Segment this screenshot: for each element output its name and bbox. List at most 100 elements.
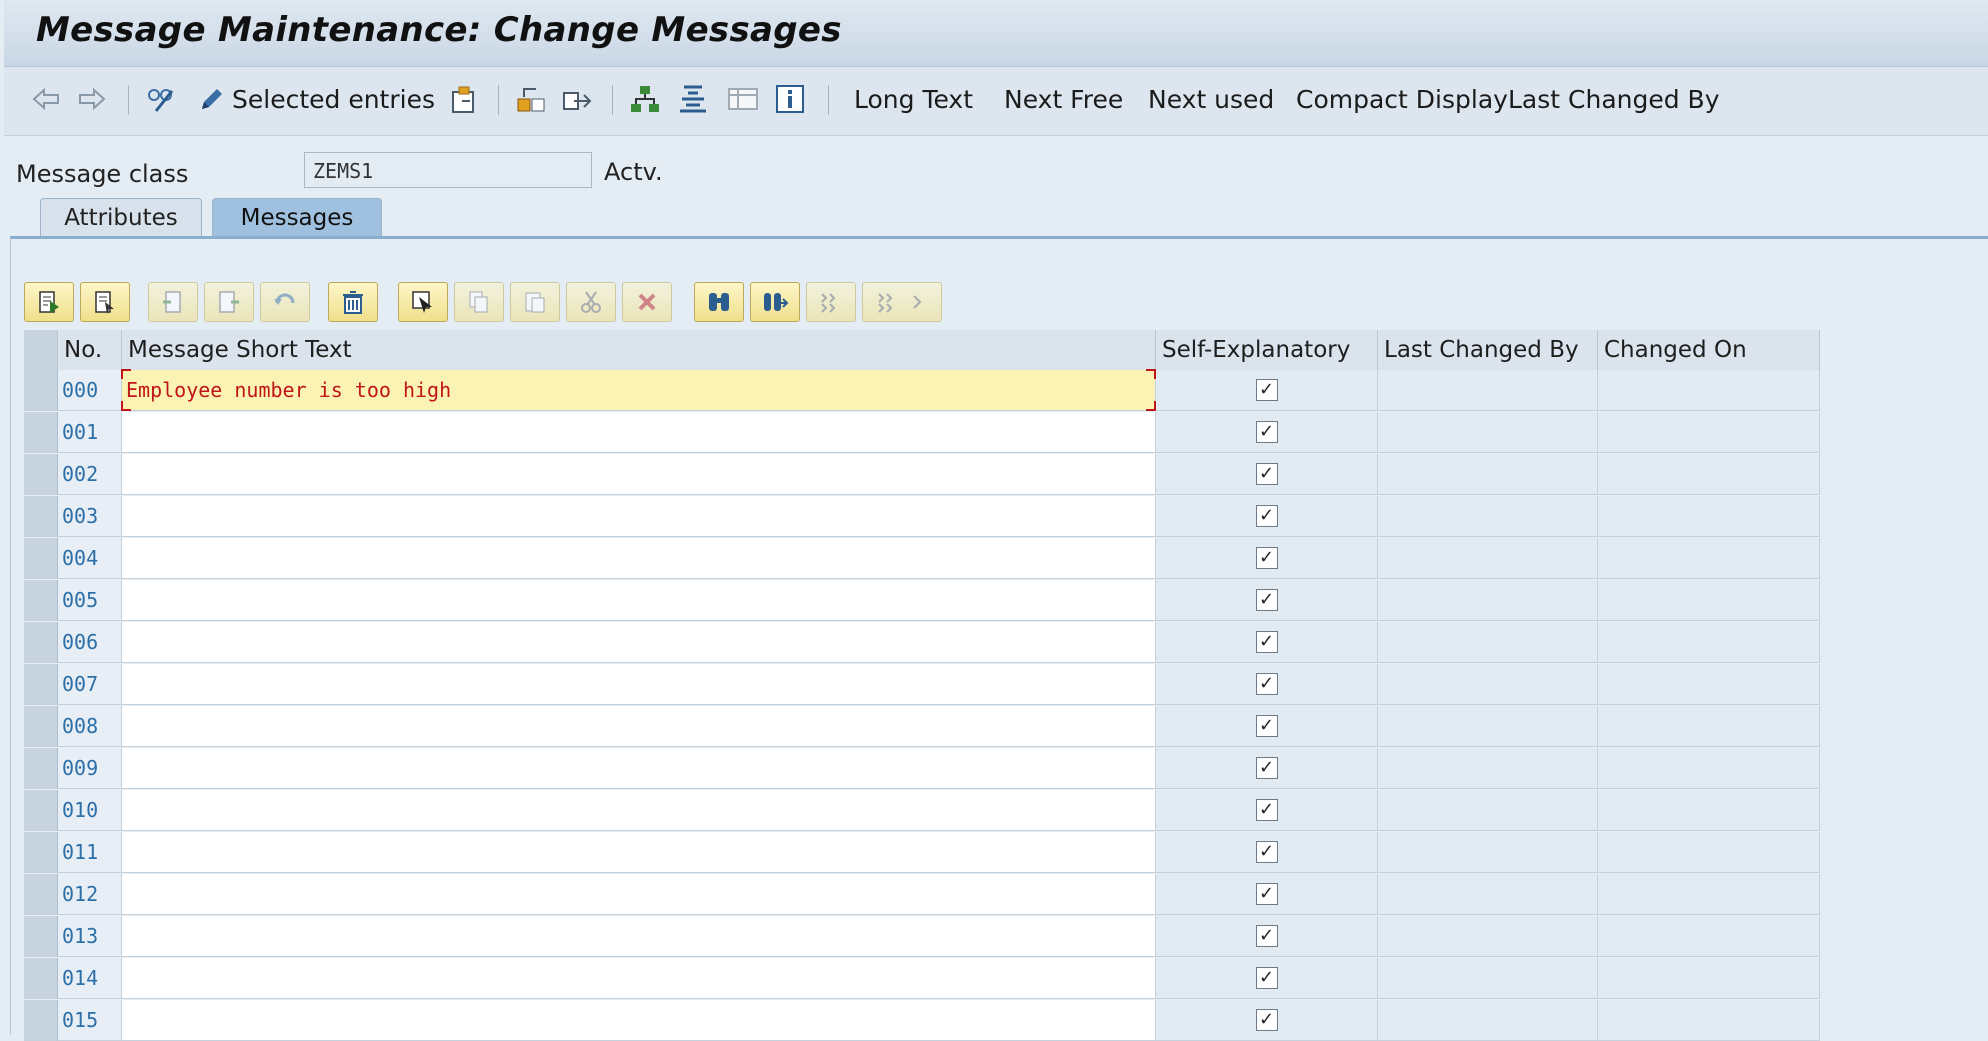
- row-selector[interactable]: [24, 916, 58, 957]
- selected-entries-button[interactable]: Selected entries: [196, 79, 435, 119]
- column-header-self-explanatory[interactable]: Self-Explanatory: [1156, 330, 1378, 370]
- row-selector[interactable]: [24, 538, 58, 579]
- self-explanatory-checkbox[interactable]: ✓: [1255, 505, 1278, 527]
- last-changed-by-cell: [1378, 454, 1598, 495]
- info-icon[interactable]: [774, 79, 806, 119]
- display-change-icon[interactable]: [144, 79, 178, 119]
- self-explanatory-checkbox[interactable]: ✓: [1255, 925, 1278, 947]
- more-options-icon[interactable]: [862, 282, 942, 322]
- row-selector[interactable]: [24, 958, 58, 999]
- self-explanatory-checkbox[interactable]: ✓: [1255, 1009, 1278, 1031]
- row-selector[interactable]: [24, 622, 58, 663]
- column-header-changed-on[interactable]: Changed On: [1598, 330, 1820, 370]
- focus-corner: [121, 369, 131, 379]
- message-short-text-field[interactable]: [122, 538, 1156, 579]
- self-explanatory-checkbox[interactable]: ✓: [1255, 715, 1278, 737]
- close-icon[interactable]: [622, 282, 672, 322]
- page-title: Message Maintenance: Change Messages: [36, 10, 842, 50]
- row-selector[interactable]: [24, 370, 58, 411]
- row-selector[interactable]: [24, 748, 58, 789]
- message-short-text-field[interactable]: [122, 832, 1156, 873]
- message-short-text-field[interactable]: [122, 706, 1156, 747]
- message-class-field[interactable]: ZEMS1: [304, 152, 592, 188]
- message-short-text-field[interactable]: [122, 874, 1156, 915]
- last-changed-by-cell: [1378, 958, 1598, 999]
- cut-icon[interactable]: [566, 282, 616, 322]
- message-short-text-field[interactable]: [122, 958, 1156, 999]
- self-explanatory-checkbox[interactable]: ✓: [1255, 967, 1278, 989]
- self-explanatory-checkbox[interactable]: ✓: [1255, 799, 1278, 821]
- self-explanatory-checkbox[interactable]: ✓: [1255, 673, 1278, 695]
- find-next-icon[interactable]: [750, 282, 800, 322]
- table-row: 003 ✓: [24, 496, 1820, 537]
- insert-row-icon[interactable]: [148, 282, 198, 322]
- row-selector[interactable]: [24, 454, 58, 495]
- hierarchy-icon[interactable]: [628, 79, 662, 119]
- delete-icon[interactable]: [328, 282, 378, 322]
- compact-display-button[interactable]: Compact Display: [1296, 79, 1508, 119]
- message-short-text-field[interactable]: [122, 580, 1156, 621]
- message-short-text-field[interactable]: [122, 412, 1156, 453]
- row-selector[interactable]: [24, 496, 58, 537]
- column-header-short-text[interactable]: Message Short Text: [122, 330, 1156, 370]
- self-explanatory-checkbox[interactable]: ✓: [1255, 883, 1278, 905]
- column-header-last-changed-by[interactable]: Last Changed By: [1378, 330, 1598, 370]
- self-explanatory-checkbox[interactable]: ✓: [1255, 547, 1278, 569]
- back-arrow-icon[interactable]: [30, 79, 62, 119]
- self-explanatory-checkbox[interactable]: ✓: [1255, 463, 1278, 485]
- row-selector[interactable]: [24, 580, 58, 621]
- select-all-rows-cell[interactable]: [24, 330, 58, 370]
- self-explanatory-checkbox[interactable]: ✓: [1255, 589, 1278, 611]
- row-selector[interactable]: [24, 664, 58, 705]
- next-free-button[interactable]: Next Free: [1004, 79, 1123, 119]
- long-text-button[interactable]: Long Text: [854, 79, 973, 119]
- message-short-text-field[interactable]: [122, 622, 1156, 663]
- forward-arrow-icon[interactable]: [76, 79, 108, 119]
- message-short-text-field[interactable]: [122, 1000, 1156, 1041]
- last-changed-by-cell: [1378, 832, 1598, 873]
- export-icon[interactable]: [448, 79, 480, 119]
- message-number: 009: [58, 748, 122, 789]
- message-short-text-field[interactable]: [122, 748, 1156, 789]
- documentation-icon[interactable]: [676, 79, 710, 119]
- where-used-icon[interactable]: [560, 79, 594, 119]
- tab-attributes[interactable]: Attributes: [40, 198, 202, 237]
- message-number: 001: [58, 412, 122, 453]
- self-explanatory-checkbox[interactable]: ✓: [1255, 841, 1278, 863]
- row-selector[interactable]: [24, 790, 58, 831]
- last-changed-by-button[interactable]: Last Changed By: [1508, 79, 1720, 119]
- self-explanatory-checkbox[interactable]: ✓: [1255, 757, 1278, 779]
- self-explanatory-checkbox[interactable]: ✓: [1255, 631, 1278, 653]
- next-used-button[interactable]: Next used: [1148, 79, 1274, 119]
- details-icon[interactable]: [24, 282, 74, 322]
- message-short-text-field[interactable]: [122, 496, 1156, 537]
- copy-icon[interactable]: [454, 282, 504, 322]
- table-row: 008 ✓: [24, 706, 1820, 747]
- select-block-icon[interactable]: [398, 282, 448, 322]
- self-explanatory-checkbox[interactable]: ✓: [1255, 379, 1278, 401]
- message-short-text-value: [122, 454, 1155, 462]
- message-short-text-field[interactable]: Employee number is too high: [121, 369, 1156, 411]
- expand-icon[interactable]: [806, 282, 856, 322]
- message-short-text-field[interactable]: [122, 454, 1156, 495]
- row-selector[interactable]: [24, 706, 58, 747]
- message-number: 010: [58, 790, 122, 831]
- row-selector[interactable]: [24, 874, 58, 915]
- row-selector[interactable]: [24, 832, 58, 873]
- tab-messages[interactable]: Messages: [212, 198, 382, 237]
- select-all-icon[interactable]: [80, 282, 130, 322]
- undo-icon[interactable]: [260, 282, 310, 322]
- paste-icon[interactable]: [510, 282, 560, 322]
- layout-icon[interactable]: [726, 79, 760, 119]
- message-short-text-field[interactable]: [122, 790, 1156, 831]
- message-short-text-field[interactable]: [122, 664, 1156, 705]
- row-selector[interactable]: [24, 1000, 58, 1041]
- self-explanatory-checkbox[interactable]: ✓: [1255, 421, 1278, 443]
- transport-icon[interactable]: [514, 79, 548, 119]
- message-short-text-field[interactable]: [122, 916, 1156, 957]
- message-number: 003: [58, 496, 122, 537]
- append-row-icon[interactable]: [204, 282, 254, 322]
- row-selector[interactable]: [24, 412, 58, 453]
- find-icon[interactable]: [694, 282, 744, 322]
- column-header-no[interactable]: No.: [58, 330, 122, 370]
